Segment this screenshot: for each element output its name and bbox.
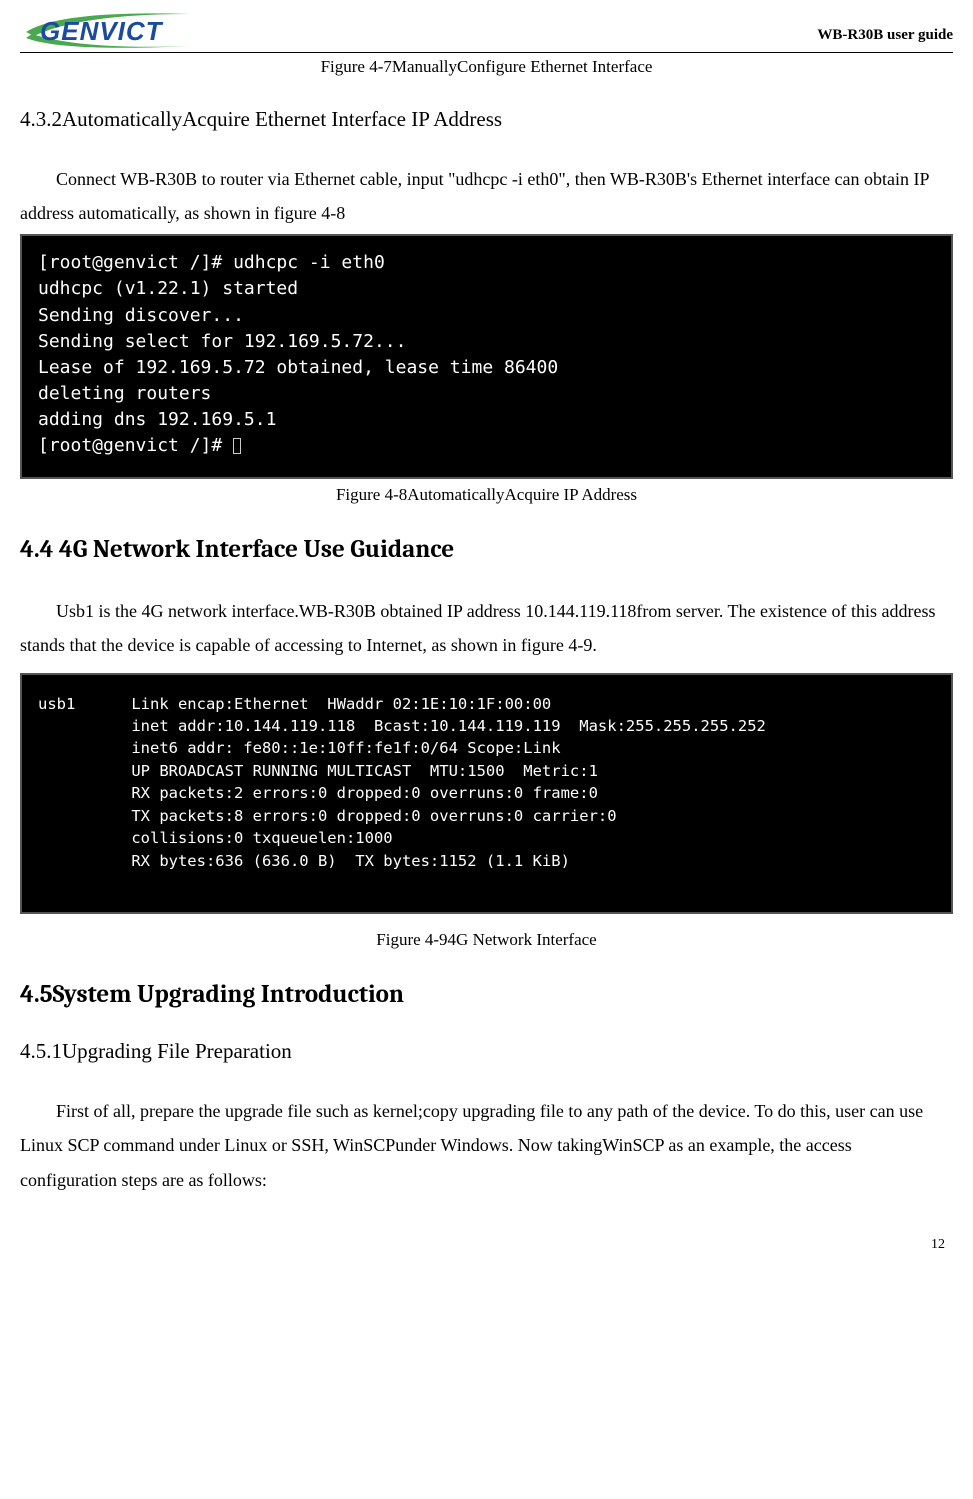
header-doc-title: WB-R30B user guide [817,27,953,48]
terminal-line: inet6 addr: fe80::1e:10ff:fe1f:0/64 Scop… [38,737,935,759]
terminal-line: RX bytes:636 (636.0 B) TX bytes:1152 (1.… [38,850,935,872]
heading-4-3-2: 4.3.2AutomaticallyAcquire Ethernet Inter… [20,107,953,132]
paragraph-4-5-1: First of all, prepare the upgrade file s… [20,1094,953,1197]
brand-name: GENVICT [40,16,163,47]
terminal-line: udhcpc (v1.22.1) started [38,276,935,302]
paragraph-4-3-2: Connect WB-R30B to router via Ethernet c… [20,162,953,230]
terminal-line: [root@genvict /]# [38,433,935,459]
terminal-line: inet addr:10.144.119.118 Bcast:10.144.11… [38,715,935,737]
figure-caption-4-7: Figure 4-7ManuallyConfigure Ethernet Int… [20,57,953,77]
terminal-output-ifconfig: usb1 Link encap:Ethernet HWaddr 02:1E:10… [20,673,953,915]
terminal-line: UP BROADCAST RUNNING MULTICAST MTU:1500 … [38,760,935,782]
terminal-line: TX packets:8 errors:0 dropped:0 overruns… [38,805,935,827]
terminal-line: usb1 Link encap:Ethernet HWaddr 02:1E:10… [38,693,935,715]
brand-logo: GENVICT [20,8,200,48]
terminal-line: Sending select for 192.169.5.72... [38,329,935,355]
terminal-line: deleting routers [38,381,935,407]
cursor-icon [233,438,241,454]
page-number: 12 [20,1237,953,1253]
paragraph-4-4: Usb1 is the 4G network interface.WB-R30B… [20,594,953,662]
terminal-line: [root@genvict /]# udhcpc -i eth0 [38,250,935,276]
terminal-line: Lease of 192.169.5.72 obtained, lease ti… [38,355,935,381]
terminal-line: RX packets:2 errors:0 dropped:0 overruns… [38,782,935,804]
terminal-output-udhcpc: [root@genvict /]# udhcpc -i eth0 udhcpc … [20,234,953,479]
page-header: GENVICT WB-R30B user guide [20,0,953,53]
figure-caption-4-9: Figure 4-94G Network Interface [20,930,953,950]
figure-caption-4-8: Figure 4-8AutomaticallyAcquire IP Addres… [20,485,953,505]
terminal-line: collisions:0 txqueuelen:1000 [38,827,935,849]
prompt-text: [root@genvict /]# [38,435,233,456]
heading-4-5: 4.5System Upgrading Introduction [20,980,953,1009]
heading-4-4: 4.4 4G Network Interface Use Guidance [20,535,953,564]
terminal-line: adding dns 192.169.5.1 [38,407,935,433]
heading-4-5-1: 4.5.1Upgrading File Preparation [20,1039,953,1064]
terminal-line: Sending discover... [38,303,935,329]
